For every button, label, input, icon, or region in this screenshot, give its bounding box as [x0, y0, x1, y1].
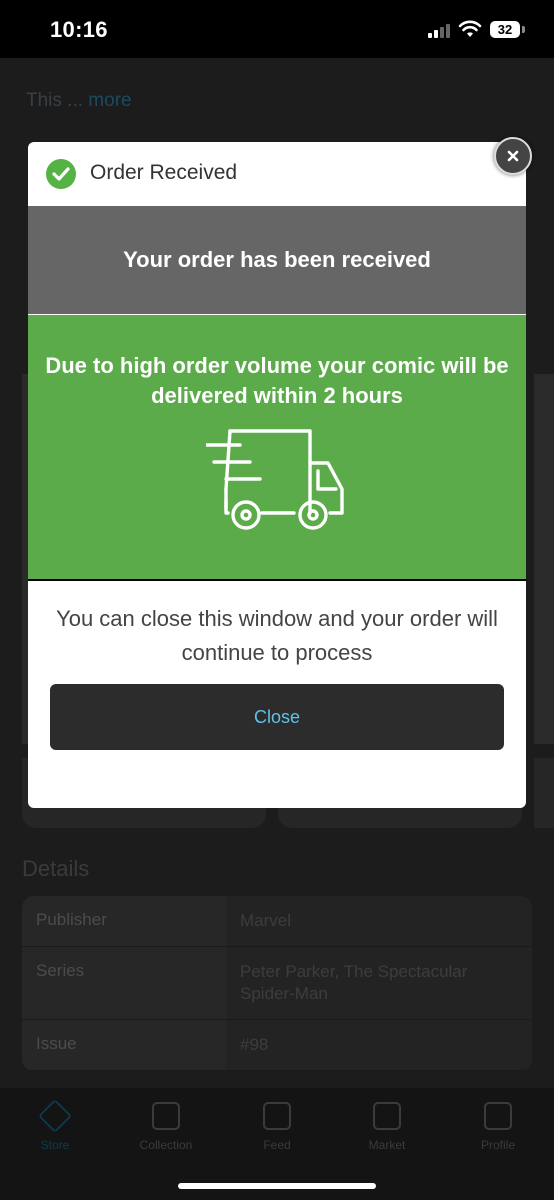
wifi-icon [458, 20, 482, 37]
delivery-truck-icon [206, 429, 344, 530]
details-row: Publisher Marvel [22, 896, 532, 947]
details-key: Series [22, 947, 226, 1019]
nav-item-market[interactable]: Market [342, 1102, 432, 1152]
description-prefix: This ... [26, 90, 84, 111]
nav-item-profile[interactable]: Profile [453, 1102, 543, 1152]
received-message: Your order has been received [123, 247, 431, 272]
signal-icon [428, 22, 450, 38]
battery-tip [522, 26, 525, 33]
details-row: Issue #98 [22, 1020, 532, 1071]
status-time: 10:16 [50, 17, 108, 42]
modal-header: Order Received [28, 142, 526, 206]
comic-card-image[interactable] [534, 374, 554, 744]
details-key: Issue [22, 1020, 226, 1070]
close-icon [507, 150, 519, 162]
status-bar: 10:16 32 [0, 0, 554, 58]
nav-item-collection[interactable]: Collection [121, 1102, 211, 1152]
feed-icon [263, 1102, 291, 1130]
nav-item-feed[interactable]: Feed [232, 1102, 322, 1152]
details-row: Series Peter Parker, The Spectacular Spi… [22, 947, 532, 1020]
nav-item-store[interactable]: Store [10, 1099, 100, 1152]
details-value: Peter Parker, The Spectacular Spider-Man [240, 962, 468, 1003]
storefront-icon [373, 1102, 401, 1130]
received-banner: Your order has been received [28, 206, 526, 314]
home-indicator[interactable] [178, 1183, 376, 1189]
delivery-banner: Due to high order volume your comic will… [28, 315, 526, 581]
close-message: You can close this window and your order… [56, 606, 498, 665]
nav-label: Store [40, 1138, 70, 1152]
archive-icon [152, 1102, 180, 1130]
details-value: #98 [240, 1035, 269, 1054]
battery-icon: 32 [490, 21, 520, 38]
tag-icon [38, 1099, 72, 1133]
more-link[interactable]: more [88, 90, 131, 111]
close-button[interactable]: Close [50, 684, 504, 750]
delivery-message: Due to high order volume your comic will… [45, 353, 509, 408]
order-received-modal: Order Received Your order has been recei… [28, 142, 526, 808]
nav-label: Profile [480, 1138, 515, 1152]
details-table: Publisher Marvel Series Peter Parker, Th… [22, 896, 532, 1071]
nav-label: Collection [139, 1138, 193, 1152]
check-circle-icon [46, 159, 76, 189]
profile-icon [484, 1102, 512, 1130]
modal-close-button[interactable] [494, 137, 532, 175]
description-text: This ... more [26, 90, 132, 112]
details-value: Marvel [240, 911, 292, 930]
nav-label: Feed [263, 1138, 291, 1152]
modal-title: Order Received [90, 161, 238, 184]
nav-label: Market [368, 1138, 406, 1152]
details-key: Publisher [22, 896, 226, 946]
comic-card[interactable] [534, 758, 554, 828]
details-heading: Details [22, 856, 90, 881]
